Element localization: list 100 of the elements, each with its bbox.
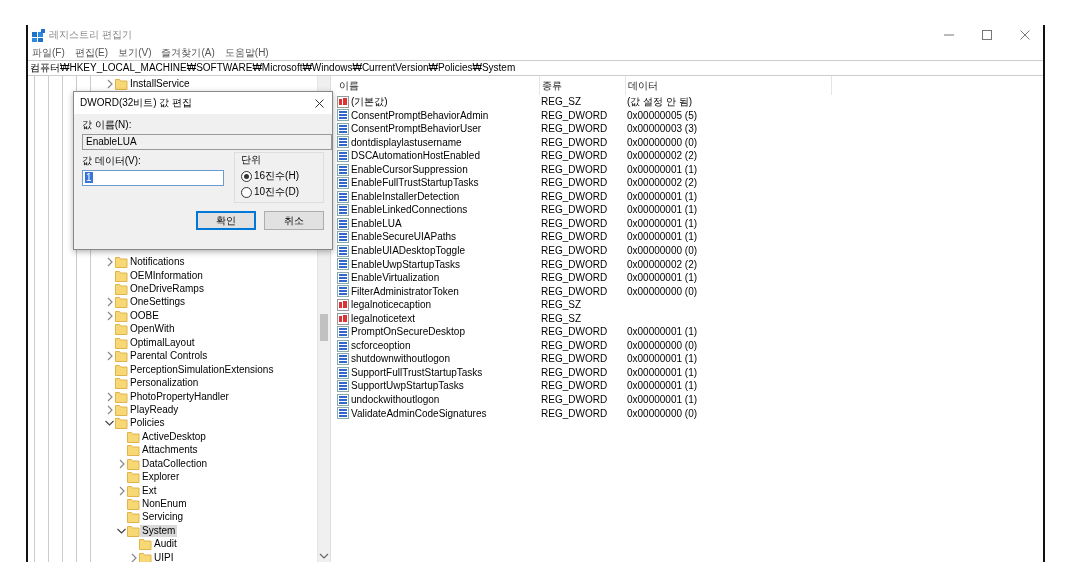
tree-item[interactable]: OptimalLayout bbox=[128, 336, 197, 349]
value-name: PromptOnSecureDesktop bbox=[351, 325, 465, 339]
value-type: REG_DWORD bbox=[541, 352, 608, 366]
value-data: 0x00000000 (0) bbox=[627, 284, 698, 299]
value-data: 0x00000000 (0) bbox=[627, 244, 698, 258]
value-data: 0x00000001 (1) bbox=[627, 379, 698, 394]
tree-item[interactable]: OEMInformation bbox=[128, 269, 205, 282]
scroll-down-icon[interactable] bbox=[319, 552, 329, 560]
folder-icon bbox=[115, 283, 128, 296]
binary-value-icon bbox=[337, 271, 349, 284]
tree-item[interactable]: Attachments bbox=[140, 444, 200, 457]
value-name: EnableCursorSuppression bbox=[351, 162, 468, 177]
radio-label[interactable]: 16진수(H) bbox=[254, 170, 299, 182]
value-type: REG_DWORD bbox=[541, 284, 608, 299]
tree-item[interactable]: Parental Controls bbox=[128, 350, 210, 363]
dialog-button[interactable]: 취소 bbox=[264, 211, 324, 230]
tree-item[interactable]: Explorer bbox=[140, 471, 182, 484]
close-icon[interactable] bbox=[315, 98, 324, 108]
radio-label[interactable]: 10진수(D) bbox=[254, 186, 299, 198]
tree-item[interactable]: PhotoPropertyHandler bbox=[128, 390, 231, 403]
menu-item[interactable]: 파일(F) bbox=[32, 45, 65, 60]
value-name: EnableInstallerDetection bbox=[351, 189, 460, 204]
value-data-field[interactable]: 1 bbox=[82, 170, 224, 186]
value-data: 0x00000002 (2) bbox=[627, 257, 698, 272]
value-type: REG_DWORD bbox=[541, 162, 608, 177]
value-type: REG_DWORD bbox=[541, 271, 608, 285]
tree-item[interactable]: PlayReady bbox=[128, 403, 181, 416]
value-type: REG_SZ bbox=[541, 95, 581, 109]
scrollbar-thumb[interactable] bbox=[320, 314, 328, 341]
value-name: shutdownwithoutlogon bbox=[351, 352, 450, 366]
binary-value-icon bbox=[337, 163, 349, 176]
binary-value-icon bbox=[337, 407, 349, 420]
tree-item[interactable]: System bbox=[140, 524, 178, 537]
tree-item[interactable]: NonEnum bbox=[140, 498, 189, 511]
value-type: REG_DWORD bbox=[541, 230, 608, 245]
maximize-icon[interactable] bbox=[979, 27, 995, 43]
tree-item[interactable]: Servicing bbox=[140, 511, 186, 524]
folder-icon bbox=[139, 551, 152, 562]
tree-item[interactable]: ActiveDesktop bbox=[140, 430, 208, 443]
tree-item[interactable]: PerceptionSimulationExtensions bbox=[128, 363, 276, 376]
value-name: SupportFullTrustStartupTasks bbox=[351, 365, 483, 380]
folder-icon bbox=[127, 471, 140, 484]
column-header[interactable]: 종류 bbox=[540, 76, 626, 95]
value-data: 0x00000001 (1) bbox=[627, 365, 698, 380]
tree-item[interactable]: Policies bbox=[128, 417, 167, 430]
value-name: EnableUwpStartupTasks bbox=[351, 257, 460, 272]
folder-icon bbox=[115, 403, 128, 416]
tree-item[interactable]: OneDriveRamps bbox=[128, 283, 206, 296]
tree-item[interactable]: Ext bbox=[140, 484, 159, 497]
tree-item[interactable]: Audit bbox=[152, 538, 179, 551]
radio-button[interactable] bbox=[241, 170, 252, 182]
folder-icon bbox=[127, 484, 140, 497]
folder-icon bbox=[115, 377, 128, 390]
tree-item[interactable]: Notifications bbox=[128, 256, 187, 269]
value-name: SupportUwpStartupTasks bbox=[351, 379, 464, 394]
column-header[interactable]: 데이터 bbox=[626, 76, 832, 95]
binary-value-icon bbox=[337, 217, 349, 230]
folder-icon bbox=[115, 269, 128, 282]
value-data: 0x00000001 (1) bbox=[627, 271, 698, 285]
folder-icon bbox=[127, 498, 140, 511]
folder-icon bbox=[127, 511, 140, 524]
value-type: REG_DWORD bbox=[541, 149, 608, 163]
tree-item[interactable]: UIPI bbox=[152, 551, 176, 562]
value-name: legalnoticecaption bbox=[351, 298, 432, 312]
binary-value-icon bbox=[337, 380, 349, 393]
dialog-button[interactable]: 확인 bbox=[196, 211, 256, 230]
folder-icon bbox=[127, 457, 140, 470]
value-data: 0x00000001 (1) bbox=[627, 203, 698, 217]
binary-value-icon bbox=[337, 177, 349, 190]
value-type: REG_DWORD bbox=[541, 406, 608, 421]
radio-button[interactable] bbox=[241, 186, 252, 198]
value-name: ValidateAdminCodeSignatures bbox=[351, 406, 487, 421]
folder-icon bbox=[127, 430, 140, 443]
menu-item[interactable]: 도움말(H) bbox=[224, 45, 269, 60]
value-type: REG_SZ bbox=[541, 298, 581, 312]
binary-value-icon bbox=[337, 190, 349, 203]
field-label: 값 데이터(V): bbox=[82, 155, 141, 166]
binary-value-icon bbox=[337, 326, 349, 339]
address-bar[interactable]: 컴퓨터₩HKEY_LOCAL_MACHINE₩SOFTWARE₩Microsoft₩Windows₩CurrentVersion₩Policies₩System bbox=[28, 60, 1043, 76]
folder-icon bbox=[115, 323, 128, 336]
tree-item[interactable]: Personalization bbox=[128, 377, 201, 390]
value-name: FilterAdministratorToken bbox=[351, 284, 459, 299]
column-header[interactable]: 이름 bbox=[337, 76, 540, 95]
value-data: 0x00000000 (0) bbox=[627, 406, 698, 421]
menu-item[interactable]: 편집(E) bbox=[74, 45, 109, 60]
window-title: 레지스트리 편집기 bbox=[49, 28, 132, 42]
value-name-field[interactable]: EnableLUA bbox=[82, 134, 332, 150]
menu-item[interactable]: 보기(V) bbox=[118, 45, 152, 60]
value-type: REG_DWORD bbox=[541, 216, 608, 231]
folder-icon bbox=[127, 524, 140, 537]
binary-value-icon bbox=[337, 149, 349, 162]
value-type: REG_DWORD bbox=[541, 176, 608, 190]
tree-item[interactable]: OneSettings bbox=[128, 296, 188, 309]
tree-item[interactable]: OpenWith bbox=[128, 323, 177, 336]
tree-item[interactable]: OOBE bbox=[128, 309, 161, 322]
folder-icon bbox=[115, 256, 128, 269]
tree-item[interactable]: InstallService bbox=[128, 77, 192, 90]
folder-icon bbox=[115, 296, 128, 309]
menu-item[interactable]: 즐겨찾기(A) bbox=[161, 45, 215, 60]
tree-item[interactable]: DataCollection bbox=[140, 457, 210, 470]
